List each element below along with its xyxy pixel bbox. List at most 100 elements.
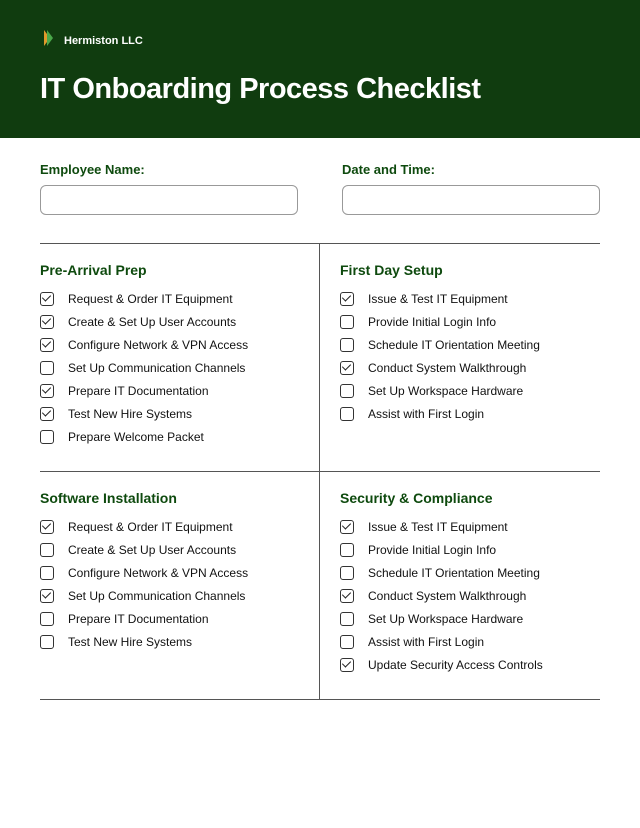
header: Hermiston LLC IT Onboarding Process Chec… xyxy=(0,0,640,138)
checkbox[interactable] xyxy=(40,292,54,306)
checkbox[interactable] xyxy=(340,361,354,375)
item-label: Update Security Access Controls xyxy=(368,658,543,672)
item-label: Conduct System Walkthrough xyxy=(368,589,526,603)
checklist-item: Prepare IT Documentation xyxy=(40,612,299,626)
checklist-item: Set Up Workspace Hardware xyxy=(340,384,600,398)
item-label: Issue & Test IT Equipment xyxy=(368,520,508,534)
checklist-section: Software Installation Request & Order IT … xyxy=(40,472,320,700)
item-label: Conduct System Walkthrough xyxy=(368,361,526,375)
checklist-item: Issue & Test IT Equipment xyxy=(340,292,600,306)
item-label: Create & Set Up User Accounts xyxy=(68,543,236,557)
employee-field: Employee Name: xyxy=(40,162,298,215)
checkbox[interactable] xyxy=(40,338,54,352)
checklist-item: Conduct System Walkthrough xyxy=(340,361,600,375)
checkbox[interactable] xyxy=(340,338,354,352)
checkbox[interactable] xyxy=(340,292,354,306)
checklist-item: Issue & Test IT Equipment xyxy=(340,520,600,534)
checklist-item: Request & Order IT Equipment xyxy=(40,292,299,306)
checkbox[interactable] xyxy=(40,361,54,375)
checkbox[interactable] xyxy=(40,589,54,603)
checkbox[interactable] xyxy=(340,520,354,534)
checkbox[interactable] xyxy=(340,407,354,421)
item-label: Set Up Workspace Hardware xyxy=(368,612,523,626)
checklist-item: Schedule IT Orientation Meeting xyxy=(340,566,600,580)
checklist-item: Configure Network & VPN Access xyxy=(40,338,299,352)
datetime-field: Date and Time: xyxy=(342,162,600,215)
checklist-item: Assist with First Login xyxy=(340,635,600,649)
checklist-item: Provide Initial Login Info xyxy=(340,543,600,557)
leaf-icon xyxy=(40,28,56,53)
item-label: Configure Network & VPN Access xyxy=(68,338,248,352)
item-label: Assist with First Login xyxy=(368,635,484,649)
logo-row: Hermiston LLC xyxy=(40,28,600,53)
section-title: Security & Compliance xyxy=(340,490,600,506)
checklist-item: Conduct System Walkthrough xyxy=(340,589,600,603)
item-label: Schedule IT Orientation Meeting xyxy=(368,566,540,580)
checkbox[interactable] xyxy=(40,384,54,398)
checklist-grid: Pre-Arrival Prep Request & Order IT Equip… xyxy=(40,243,600,700)
checklist-item: Prepare IT Documentation xyxy=(40,384,299,398)
field-row: Employee Name: Date and Time: xyxy=(40,162,600,215)
checkbox[interactable] xyxy=(340,566,354,580)
page-title: IT Onboarding Process Checklist xyxy=(40,73,600,106)
section-title: Software Installation xyxy=(40,490,299,506)
item-label: Provide Initial Login Info xyxy=(368,543,496,557)
checklist-item: Create & Set Up User Accounts xyxy=(40,315,299,329)
content: Employee Name: Date and Time: Pre-Arriva… xyxy=(0,138,640,712)
checklist-item: Update Security Access Controls xyxy=(340,658,600,672)
checkbox[interactable] xyxy=(40,520,54,534)
checkbox[interactable] xyxy=(40,543,54,557)
datetime-input[interactable] xyxy=(342,185,600,215)
item-label: Prepare IT Documentation xyxy=(68,384,209,398)
checkbox[interactable] xyxy=(340,658,354,672)
datetime-label: Date and Time: xyxy=(342,162,600,177)
item-label: Configure Network & VPN Access xyxy=(68,566,248,580)
company-name: Hermiston LLC xyxy=(64,35,143,47)
section-title: Pre-Arrival Prep xyxy=(40,262,299,278)
checkbox[interactable] xyxy=(340,543,354,557)
employee-input[interactable] xyxy=(40,185,298,215)
checkbox[interactable] xyxy=(40,430,54,444)
checklist-item: Request & Order IT Equipment xyxy=(40,520,299,534)
item-label: Request & Order IT Equipment xyxy=(68,520,233,534)
item-label: Assist with First Login xyxy=(368,407,484,421)
checklist-item: Set Up Communication Channels xyxy=(40,361,299,375)
item-label: Test New Hire Systems xyxy=(68,635,192,649)
item-label: Issue & Test IT Equipment xyxy=(368,292,508,306)
item-label: Set Up Communication Channels xyxy=(68,589,245,603)
item-label: Test New Hire Systems xyxy=(68,407,192,421)
item-label: Create & Set Up User Accounts xyxy=(68,315,236,329)
checklist-item: Set Up Workspace Hardware xyxy=(340,612,600,626)
checkbox[interactable] xyxy=(40,612,54,626)
checkbox[interactable] xyxy=(340,384,354,398)
section-title: First Day Setup xyxy=(340,262,600,278)
checklist-section: First Day Setup Issue & Test IT Equipment… xyxy=(320,244,600,472)
employee-label: Employee Name: xyxy=(40,162,298,177)
checkbox[interactable] xyxy=(340,612,354,626)
checklist-item: Assist with First Login xyxy=(340,407,600,421)
checklist-item: Provide Initial Login Info xyxy=(340,315,600,329)
checklist-section: Security & Compliance Issue & Test IT Equ… xyxy=(320,472,600,700)
checklist-item: Test New Hire Systems xyxy=(40,635,299,649)
item-label: Prepare Welcome Packet xyxy=(68,430,204,444)
checklist-item: Test New Hire Systems xyxy=(40,407,299,421)
item-label: Provide Initial Login Info xyxy=(368,315,496,329)
checkbox[interactable] xyxy=(340,315,354,329)
checklist-item: Create & Set Up User Accounts xyxy=(40,543,299,557)
item-label: Schedule IT Orientation Meeting xyxy=(368,338,540,352)
checkbox[interactable] xyxy=(40,407,54,421)
checkbox[interactable] xyxy=(40,635,54,649)
checklist-item: Set Up Communication Channels xyxy=(40,589,299,603)
checkbox[interactable] xyxy=(340,589,354,603)
item-label: Set Up Workspace Hardware xyxy=(368,384,523,398)
checkbox[interactable] xyxy=(40,315,54,329)
checkbox[interactable] xyxy=(40,566,54,580)
checklist-item: Prepare Welcome Packet xyxy=(40,430,299,444)
checklist-section: Pre-Arrival Prep Request & Order IT Equip… xyxy=(40,244,320,472)
checklist-item: Schedule IT Orientation Meeting xyxy=(340,338,600,352)
checkbox[interactable] xyxy=(340,635,354,649)
checklist-item: Configure Network & VPN Access xyxy=(40,566,299,580)
item-label: Prepare IT Documentation xyxy=(68,612,209,626)
item-label: Set Up Communication Channels xyxy=(68,361,245,375)
item-label: Request & Order IT Equipment xyxy=(68,292,233,306)
